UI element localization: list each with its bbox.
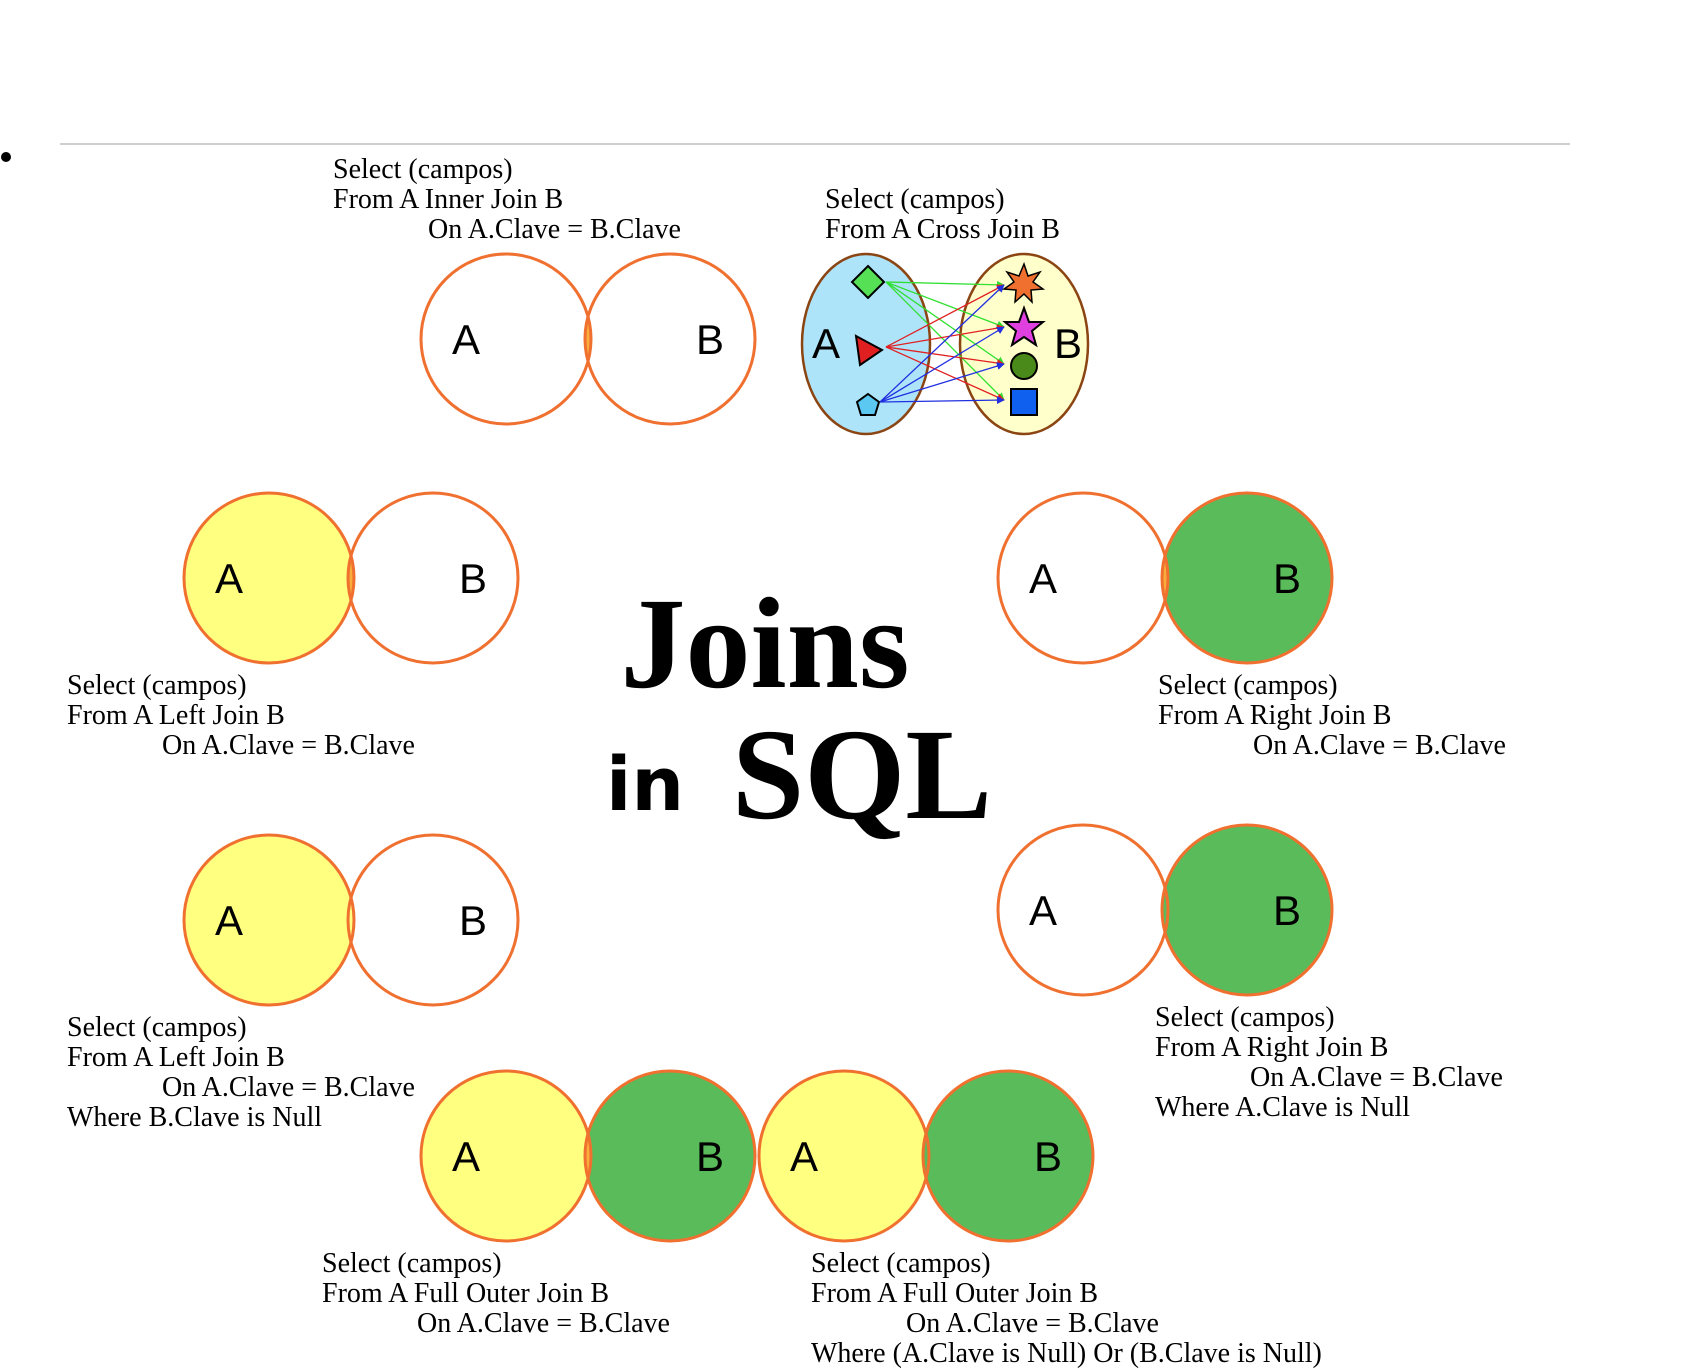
- code-line: From A Right Join B: [1155, 1032, 1388, 1063]
- set-a-label: A: [812, 320, 840, 367]
- label-a: A: [790, 1133, 818, 1180]
- code-line: Select (campos): [67, 1012, 247, 1043]
- code-line: Select (campos): [333, 154, 513, 185]
- code-line: Select (campos): [825, 184, 1005, 215]
- venn-right-exclusive: AB: [996, 823, 1334, 997]
- code-line: Where A.Clave is Null: [1155, 1092, 1410, 1123]
- circle-a: [996, 491, 1170, 665]
- joins-diagram-canvas: Joins in SQL AB AB AB AB AB AB AB Select…: [1, 143, 1570, 1369]
- label-b: B: [696, 316, 724, 363]
- venn-left-join: AB: [182, 491, 520, 665]
- code-right-exclusive: Select (campos) From A Right Join B On A…: [1155, 1002, 1503, 1123]
- label-b: B: [696, 1133, 724, 1180]
- label-b: B: [1034, 1133, 1062, 1180]
- label-a: A: [215, 897, 243, 944]
- circle-icon: [1010, 352, 1038, 380]
- code-line: Where (A.Clave is Null) Or (B.Clave is N…: [811, 1338, 1322, 1369]
- code-line: Where B.Clave is Null: [67, 1102, 322, 1133]
- venn-inner-join: AB: [419, 252, 757, 426]
- code-line: Select (campos): [1158, 670, 1338, 701]
- code-right-join: Select (campos) From A Right Join B On A…: [1158, 670, 1506, 761]
- label-a: A: [452, 1133, 480, 1180]
- code-line: Select (campos): [67, 670, 247, 701]
- label-a: A: [1029, 887, 1057, 934]
- venn-left-exclusive: AB: [182, 833, 520, 1007]
- circle-a: [996, 823, 1170, 997]
- code-inner-join: Select (campos) From A Inner Join B On A…: [333, 154, 681, 245]
- code-line: On A.Clave = B.Clave: [428, 214, 681, 245]
- set-b-label: B: [1054, 320, 1082, 367]
- code-line: From A Right Join B: [1158, 700, 1391, 731]
- title-sql: SQL: [732, 703, 992, 847]
- label-b: B: [1273, 555, 1301, 602]
- code-line: From A Full Outer Join B: [811, 1278, 1098, 1309]
- venn-full-outer: AB: [419, 1069, 757, 1243]
- code-line: From A Left Join B: [67, 700, 285, 731]
- code-line: From A Left Join B: [67, 1042, 285, 1073]
- label-a: A: [452, 316, 480, 363]
- label-b: B: [459, 555, 487, 602]
- code-line: On A.Clave = B.Clave: [1250, 1062, 1503, 1093]
- code-full-outer-exclusive: Select (campos) From A Full Outer Join B…: [811, 1248, 1322, 1369]
- code-line: Select (campos): [1155, 1002, 1335, 1033]
- code-line: On A.Clave = B.Clave: [162, 1072, 415, 1103]
- cross-join-diagram: Select (campos) From A Cross Join B A B: [800, 184, 1090, 436]
- code-line: From A Full Outer Join B: [322, 1278, 609, 1309]
- code-line: From A Cross Join B: [825, 214, 1060, 245]
- square-icon: [1010, 388, 1038, 416]
- code-left-exclusive: Select (campos) From A Left Join B On A.…: [67, 1012, 415, 1133]
- circle-b: [583, 252, 757, 426]
- code-line: On A.Clave = B.Clave: [417, 1308, 670, 1339]
- code-line: On A.Clave = B.Clave: [1253, 730, 1506, 761]
- circle-b: [346, 491, 520, 665]
- label-b: B: [459, 897, 487, 944]
- code-full-outer: Select (campos) From A Full Outer Join B…: [322, 1248, 670, 1339]
- bullet-dot: [1, 152, 11, 162]
- code-line: Select (campos): [811, 1248, 991, 1279]
- circle-a: [419, 252, 593, 426]
- title-joins: Joins: [620, 572, 909, 716]
- label-b: B: [1273, 887, 1301, 934]
- title-in: in: [606, 742, 684, 828]
- label-a: A: [215, 555, 243, 602]
- code-line: On A.Clave = B.Clave: [906, 1308, 1159, 1339]
- code-left-join: Select (campos) From A Left Join B On A.…: [67, 670, 415, 761]
- code-line: Select (campos): [322, 1248, 502, 1279]
- circle-b: [346, 833, 520, 1007]
- code-line: From A Inner Join B: [333, 184, 563, 215]
- label-a: A: [1029, 555, 1057, 602]
- venn-right-join: AB: [996, 491, 1334, 665]
- code-line: On A.Clave = B.Clave: [162, 730, 415, 761]
- venn-full-outer-exclusive: AB: [757, 1069, 1095, 1243]
